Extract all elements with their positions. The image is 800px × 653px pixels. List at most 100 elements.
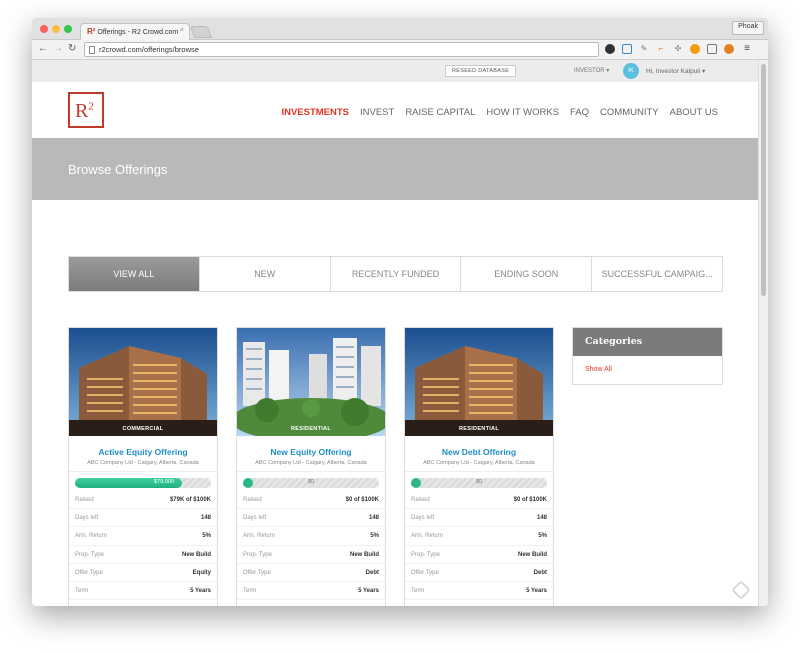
funding-progress-bar: $0 bbox=[411, 478, 547, 488]
page-icon bbox=[89, 46, 95, 54]
nav-how-it-works[interactable]: HOW IT WORKS bbox=[486, 107, 559, 118]
tab-close-icon[interactable]: × bbox=[180, 27, 184, 34]
page-title: Browse Offerings bbox=[68, 162, 168, 177]
extension-flame-icon[interactable] bbox=[690, 44, 700, 54]
nav-community[interactable]: COMMUNITY bbox=[600, 107, 659, 118]
detail-value: Debt bbox=[365, 569, 379, 576]
offering-card[interactable]: COMMERCIAL Active Equity Offering ABC Co… bbox=[68, 327, 218, 606]
browser-toolbar: ← → ↻ r2crowd.com/offerings/browse ✎ ⌐ ✣… bbox=[32, 40, 768, 60]
offering-company: ABC Company Ltd - Calgary, Alberta, Cana… bbox=[405, 460, 553, 472]
building-image bbox=[69, 328, 217, 436]
show-all-link[interactable]: Show All bbox=[573, 356, 722, 383]
offering-card[interactable]: RESIDENTIAL New Equity Offering ABC Comp… bbox=[236, 327, 386, 606]
offering-image[interactable]: RESIDENTIAL bbox=[237, 328, 385, 436]
site-header: R2 INVESTMENTS INVEST RAISE CAPITAL HOW … bbox=[32, 82, 758, 138]
nav-raise-capital[interactable]: RAISE CAPITAL bbox=[405, 107, 475, 118]
detail-label: Prop. Type bbox=[243, 551, 272, 558]
site-logo[interactable]: R2 bbox=[68, 92, 104, 128]
tab-view-all[interactable]: VIEW ALL bbox=[69, 257, 200, 291]
categories-heading: Categories bbox=[573, 328, 722, 356]
address-bar[interactable]: r2crowd.com/offerings/browse bbox=[84, 42, 599, 57]
extension-screenshot-icon[interactable] bbox=[622, 44, 632, 54]
detail-value: 148 bbox=[536, 515, 547, 522]
detail-label: Offer Type bbox=[243, 569, 271, 576]
property-type-tag: COMMERCIAL bbox=[122, 426, 164, 432]
page-scrollbar[interactable] bbox=[758, 60, 768, 606]
tab-new[interactable]: NEW bbox=[200, 257, 331, 291]
detail-value: 148 bbox=[200, 515, 211, 522]
maximize-window-button[interactable] bbox=[64, 25, 72, 33]
user-menu[interactable]: Hi, Investor Kalpuli ▾ bbox=[646, 67, 705, 75]
close-window-button[interactable] bbox=[40, 25, 48, 33]
nav-invest[interactable]: INVEST bbox=[360, 107, 394, 118]
cast-icon[interactable] bbox=[707, 44, 717, 54]
reseed-database-button[interactable]: RESEED DATABASE bbox=[445, 65, 517, 77]
detail-value: 148 bbox=[368, 515, 379, 522]
detail-label: Term bbox=[243, 587, 257, 594]
nav-faq[interactable]: FAQ bbox=[570, 107, 589, 118]
page-banner: Browse Offerings bbox=[32, 138, 758, 200]
offering-company: ABC Company Ltd - Calgary, Alberta, Cana… bbox=[69, 460, 217, 472]
property-type-tag: RESIDENTIAL bbox=[291, 426, 331, 432]
offering-title[interactable]: New Equity Offering bbox=[237, 447, 385, 457]
offering-image[interactable]: COMMERCIAL bbox=[69, 328, 217, 436]
detail-row: Days left 148 bbox=[237, 509, 385, 528]
detail-row: Prop. Type New Build bbox=[405, 546, 553, 564]
detail-value: $79K of $100K bbox=[169, 497, 211, 503]
tab-ending-soon[interactable]: ENDING SOON bbox=[461, 257, 593, 291]
tab-recently-funded[interactable]: RECENTLY FUNDED bbox=[331, 257, 462, 291]
funding-progress-label: $79,000 bbox=[154, 479, 174, 485]
extension-ruler-icon[interactable]: ⌐ bbox=[656, 44, 666, 54]
menu-icon[interactable]: ≡ bbox=[742, 44, 752, 54]
detail-value: 5 Years bbox=[190, 587, 211, 594]
reload-icon[interactable]: ↻ bbox=[68, 43, 76, 54]
detail-row: Offer Type Debt bbox=[237, 564, 385, 582]
property-type-tag: RESIDENTIAL bbox=[459, 426, 499, 432]
tab-successful-campaigns[interactable]: SUCCESSFUL CAMPAIG... bbox=[592, 257, 722, 291]
extension-orange-icon[interactable] bbox=[724, 44, 734, 54]
extension-puzzle-icon[interactable]: ✣ bbox=[673, 44, 683, 54]
detail-value: New Build bbox=[181, 551, 211, 558]
detail-row: Days left 148 bbox=[405, 509, 553, 528]
offering-title[interactable]: Active Equity Offering bbox=[69, 447, 217, 457]
detail-value: 5% bbox=[538, 533, 547, 540]
nav-about-us[interactable]: ABOUT US bbox=[670, 107, 718, 118]
building-image bbox=[237, 328, 385, 436]
detail-row: Term 5 Years bbox=[69, 582, 217, 601]
nav-investments[interactable]: INVESTMENTS bbox=[281, 107, 349, 118]
investor-role-dropdown[interactable]: INVESTOR ▾ bbox=[574, 67, 609, 74]
profile-button[interactable]: Phoak bbox=[732, 21, 764, 35]
offering-card[interactable]: RESIDENTIAL New Debt Offering ABC Compan… bbox=[404, 327, 554, 606]
detail-label: Ann. Return bbox=[411, 533, 444, 540]
offering-image[interactable]: RESIDENTIAL bbox=[405, 328, 553, 436]
forward-icon[interactable]: → bbox=[53, 43, 63, 54]
offering-filter-tabs: VIEW ALL NEW RECENTLY FUNDED ENDING SOON… bbox=[68, 256, 723, 292]
back-icon[interactable]: ← bbox=[38, 43, 48, 54]
detail-label: Offer Type bbox=[75, 569, 103, 576]
browser-tab-bar: R² Offerings - R2 Crowd.com × Phoak bbox=[32, 18, 768, 40]
detail-label: Offer Type bbox=[411, 569, 439, 576]
funding-progress-label: $0 bbox=[475, 479, 483, 485]
detail-value: 5 Years bbox=[358, 587, 379, 594]
detail-value: $0 of $100K bbox=[345, 497, 379, 503]
help-diamond-icon[interactable] bbox=[731, 580, 751, 600]
minimize-window-button[interactable] bbox=[52, 25, 60, 33]
detail-row: Offer Type Debt bbox=[405, 564, 553, 582]
browser-tab[interactable]: R² Offerings - R2 Crowd.com × bbox=[80, 23, 190, 40]
detail-row: Raised $0 of $100K bbox=[237, 491, 385, 510]
detail-row: Offer Type Equity bbox=[69, 564, 217, 582]
utility-bar: RESEED DATABASE INVESTOR ▾ IK Hi, Invest… bbox=[32, 60, 758, 82]
offering-company: ABC Company Ltd - Calgary, Alberta, Cana… bbox=[237, 460, 385, 472]
offering-title[interactable]: New Debt Offering bbox=[405, 447, 553, 457]
scrollbar-thumb[interactable] bbox=[761, 64, 766, 296]
new-tab-button[interactable] bbox=[189, 26, 213, 38]
detail-label: Prop. Type bbox=[75, 551, 104, 558]
detail-row: Term 5 Years bbox=[405, 582, 553, 601]
detail-label: Term bbox=[411, 587, 425, 594]
funding-progress-label: $0 bbox=[307, 479, 315, 485]
avatar[interactable]: IK bbox=[623, 63, 639, 79]
detail-label: Prop. Type bbox=[411, 551, 440, 558]
extension-globe-icon[interactable] bbox=[605, 44, 615, 54]
extension-tools-icon[interactable]: ✎ bbox=[639, 44, 649, 54]
categories-panel: Categories Show All bbox=[572, 327, 723, 385]
